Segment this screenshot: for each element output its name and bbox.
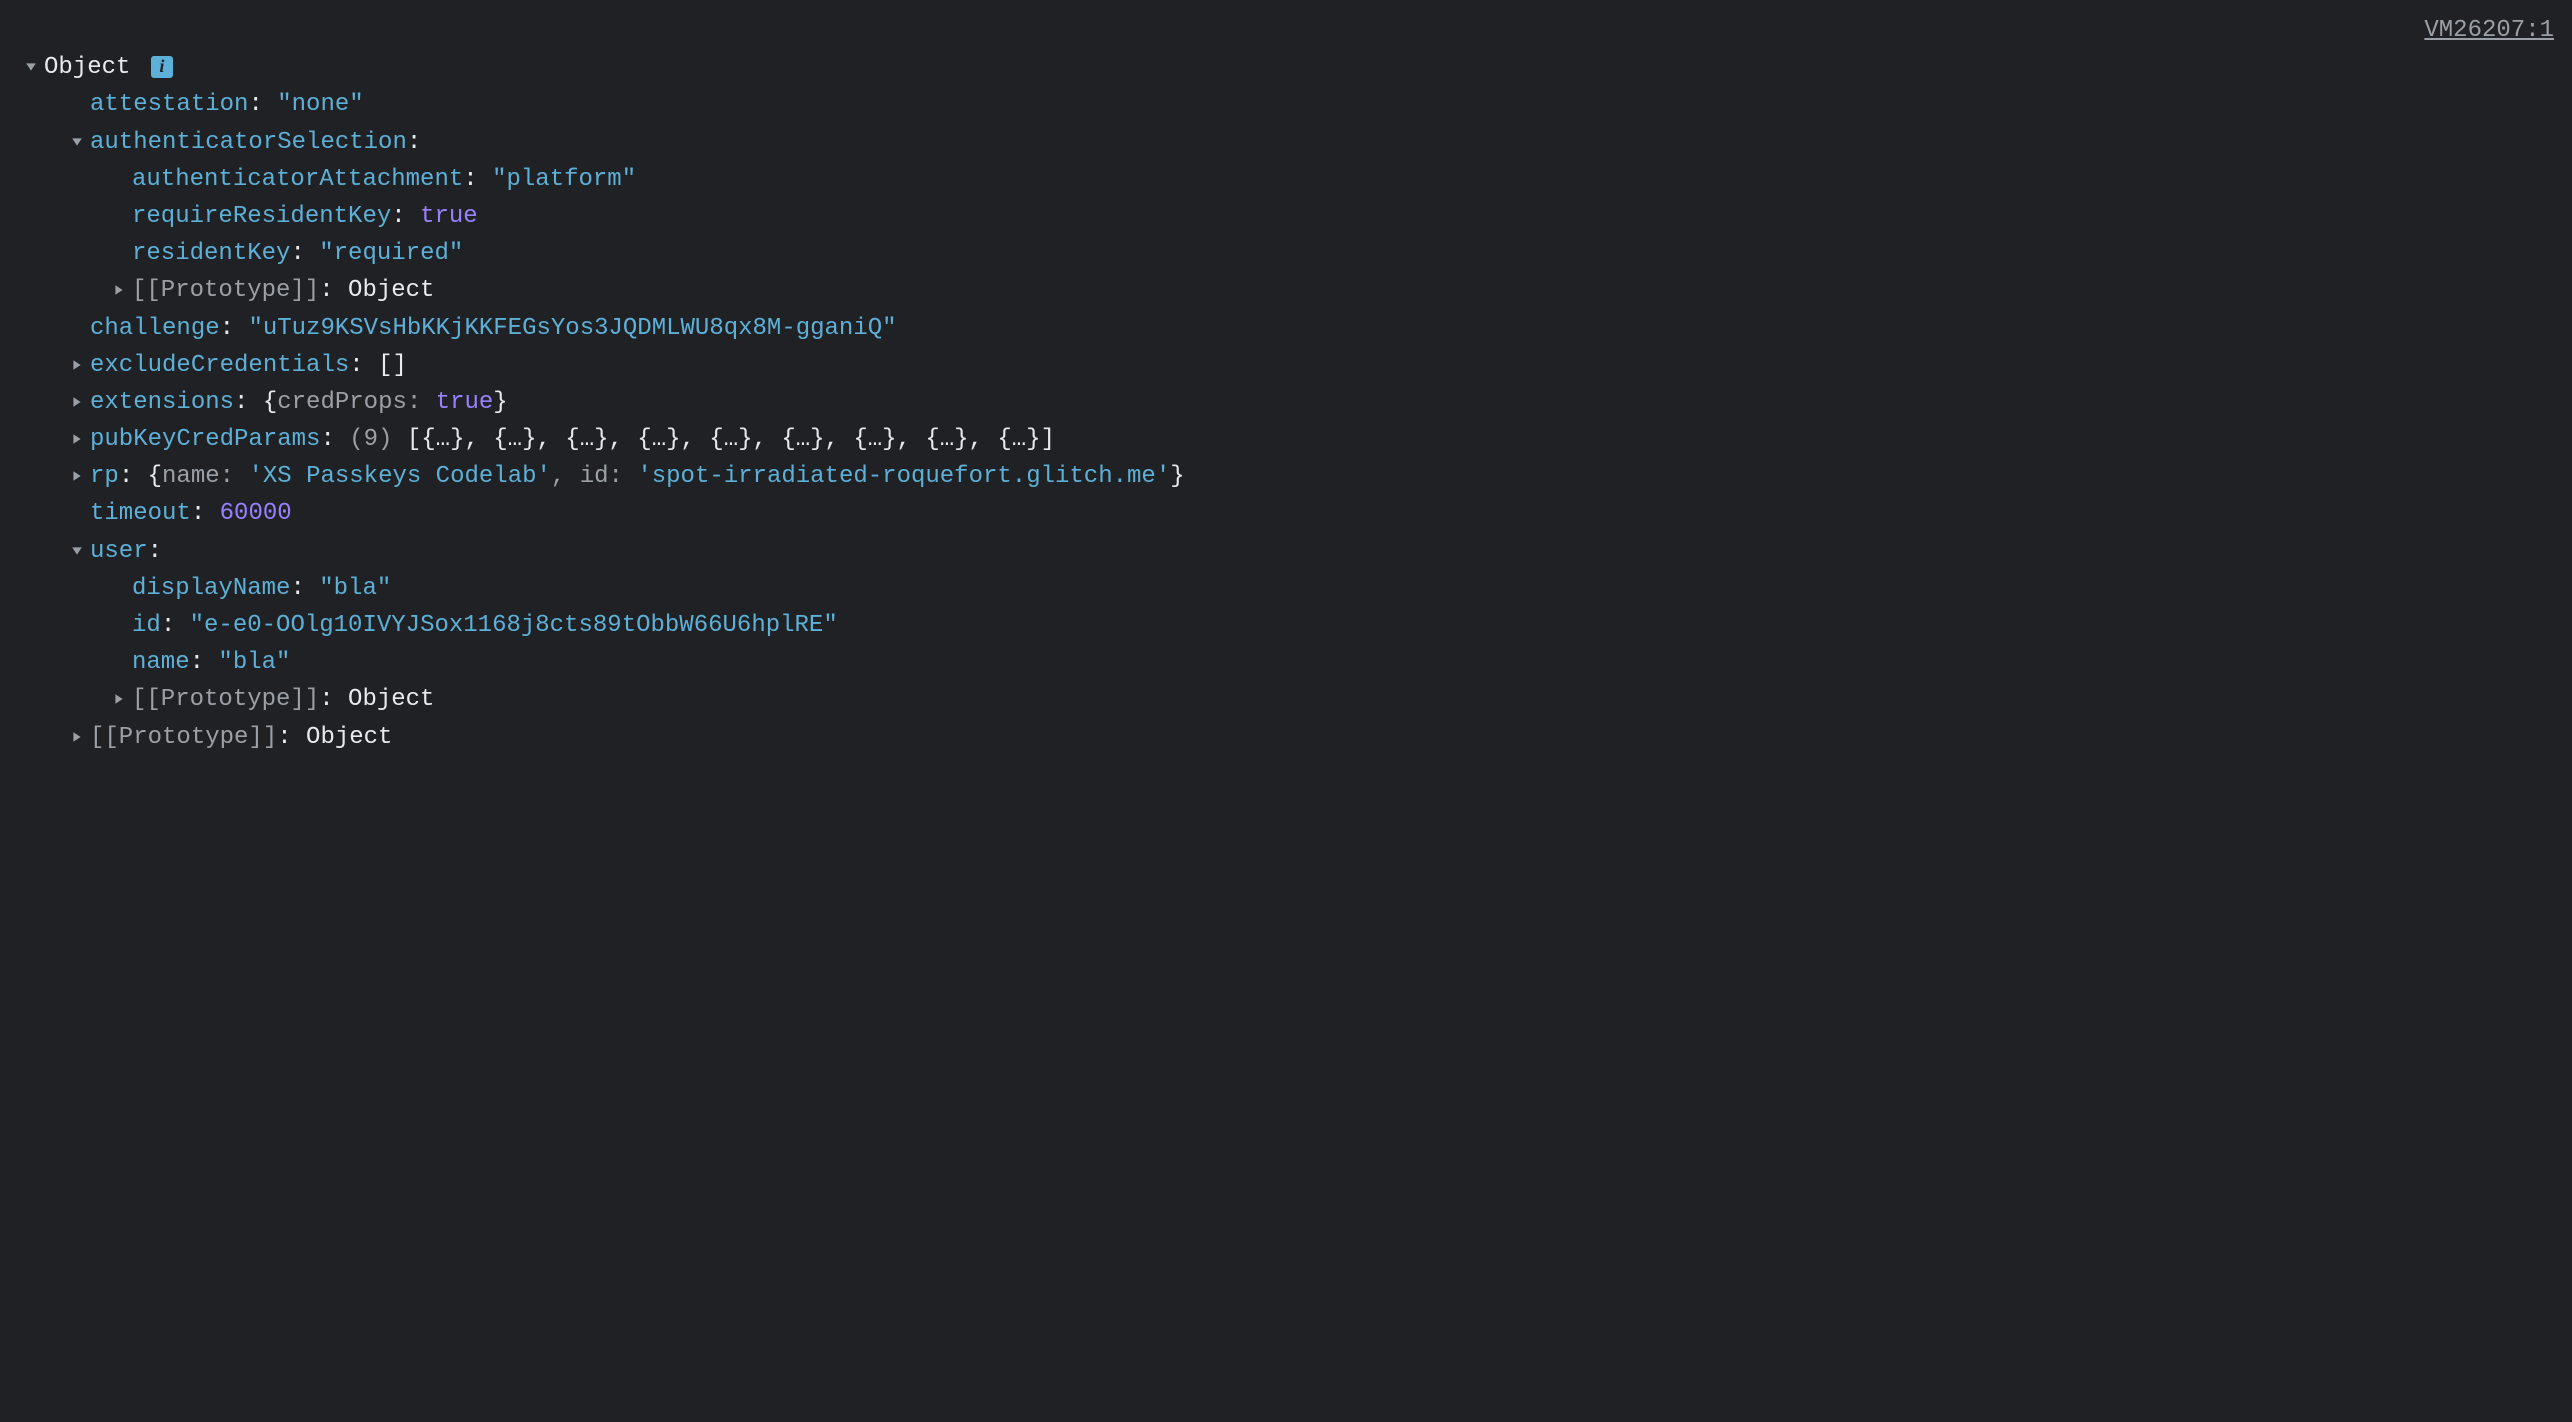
row-prototype[interactable]: [[Prototype]]: Object <box>18 681 2554 718</box>
row-prototype[interactable]: [[Prototype]]: Object <box>18 272 2554 309</box>
row-timeout[interactable]: timeout: 60000 <box>18 495 2554 532</box>
prop-value: "required" <box>319 240 463 267</box>
row-root[interactable]: Object i <box>18 49 2554 86</box>
prop-key: [[Prototype]] <box>132 686 319 713</box>
chevron-right-icon[interactable] <box>64 719 90 756</box>
preview-brace: { <box>263 389 277 416</box>
preview-brace: } <box>1170 463 1184 490</box>
row-display-name[interactable]: displayName: "bla" <box>18 570 2554 607</box>
prop-key: rp <box>90 463 119 490</box>
array-length: (9) <box>349 426 407 453</box>
row-challenge[interactable]: challenge: "uTuz9KSVsHbKKjKKFEGsYos3JQDM… <box>18 310 2554 347</box>
prop-value: "platform" <box>492 166 636 193</box>
prop-value: Object <box>348 277 434 304</box>
prop-key: authenticatorAttachment <box>132 166 463 193</box>
prop-value: "e-e0-OOlg10IVYJSox1168j8cts89tObbW66U6h… <box>190 612 838 639</box>
chevron-down-icon[interactable] <box>18 49 44 86</box>
prop-key: user <box>90 538 148 565</box>
preview-value: 'spot-irradiated-roquefort.glitch.me' <box>637 463 1170 490</box>
prop-key: [[Prototype]] <box>90 724 277 751</box>
row-attestation[interactable]: attestation: "none" <box>18 86 2554 123</box>
chevron-right-icon[interactable] <box>64 384 90 421</box>
preview-key: name: <box>162 463 248 490</box>
object-label: Object <box>44 54 130 81</box>
row-user-name[interactable]: name: "bla" <box>18 644 2554 681</box>
preview-value: true <box>436 389 494 416</box>
source-location-link[interactable]: VM26207:1 <box>2424 12 2554 49</box>
prop-key: requireResidentKey <box>132 203 391 230</box>
prop-key: displayName <box>132 575 290 602</box>
row-exclude-credentials[interactable]: excludeCredentials: [] <box>18 347 2554 384</box>
row-authenticator-attachment[interactable]: authenticatorAttachment: "platform" <box>18 161 2554 198</box>
preview-key: id: <box>580 463 638 490</box>
prop-key: attestation <box>90 91 248 118</box>
row-require-resident-key[interactable]: requireResidentKey: true <box>18 198 2554 235</box>
prop-value: "bla" <box>319 575 391 602</box>
chevron-right-icon[interactable] <box>106 681 132 718</box>
prop-key: id <box>132 612 161 639</box>
row-authenticator-selection[interactable]: authenticatorSelection: <box>18 124 2554 161</box>
row-extensions[interactable]: extensions: {credProps: true} <box>18 384 2554 421</box>
object-tree: Object i attestation: "none" authenticat… <box>18 49 2554 756</box>
prop-value: true <box>420 203 478 230</box>
chevron-right-icon[interactable] <box>106 272 132 309</box>
preview-sep: , <box>551 463 580 490</box>
row-user[interactable]: user: <box>18 533 2554 570</box>
chevron-down-icon[interactable] <box>64 124 90 161</box>
prop-value: [] <box>378 352 407 379</box>
prop-value: "none" <box>277 91 363 118</box>
row-pubkeycredparams[interactable]: pubKeyCredParams: (9) [{…}, {…}, {…}, {…… <box>18 421 2554 458</box>
prop-key: [[Prototype]] <box>132 277 319 304</box>
prop-key: timeout <box>90 500 191 527</box>
prop-value: "uTuz9KSVsHbKKjKKFEGsYos3JQDMLWU8qx8M-gg… <box>248 315 896 342</box>
preview-key: credProps: <box>277 389 435 416</box>
prop-key: name <box>132 649 190 676</box>
row-user-id[interactable]: id: "e-e0-OOlg10IVYJSox1168j8cts89tObbW6… <box>18 607 2554 644</box>
prop-value: 60000 <box>220 500 292 527</box>
preview-brace: } <box>493 389 507 416</box>
chevron-right-icon[interactable] <box>64 458 90 495</box>
prop-key: pubKeyCredParams <box>90 426 320 453</box>
prop-key: challenge <box>90 315 220 342</box>
preview-brace: { <box>148 463 162 490</box>
prop-key: extensions <box>90 389 234 416</box>
chevron-right-icon[interactable] <box>64 421 90 458</box>
row-prototype[interactable]: [[Prototype]]: Object <box>18 719 2554 756</box>
prop-value: Object <box>306 724 392 751</box>
preview-value: 'XS Passkeys Codelab' <box>248 463 550 490</box>
chevron-right-icon[interactable] <box>64 347 90 384</box>
row-resident-key[interactable]: residentKey: "required" <box>18 235 2554 272</box>
prop-key: excludeCredentials <box>90 352 349 379</box>
prop-value: "bla" <box>218 649 290 676</box>
prop-value: Object <box>348 686 434 713</box>
row-rp[interactable]: rp: {name: 'XS Passkeys Codelab', id: 's… <box>18 458 2554 495</box>
array-preview: [{…}, {…}, {…}, {…}, {…}, {…}, {…}, {…},… <box>407 426 1055 453</box>
prop-key: residentKey <box>132 240 290 267</box>
info-icon[interactable]: i <box>151 56 173 78</box>
prop-key: authenticatorSelection <box>90 129 407 156</box>
chevron-down-icon[interactable] <box>64 533 90 570</box>
